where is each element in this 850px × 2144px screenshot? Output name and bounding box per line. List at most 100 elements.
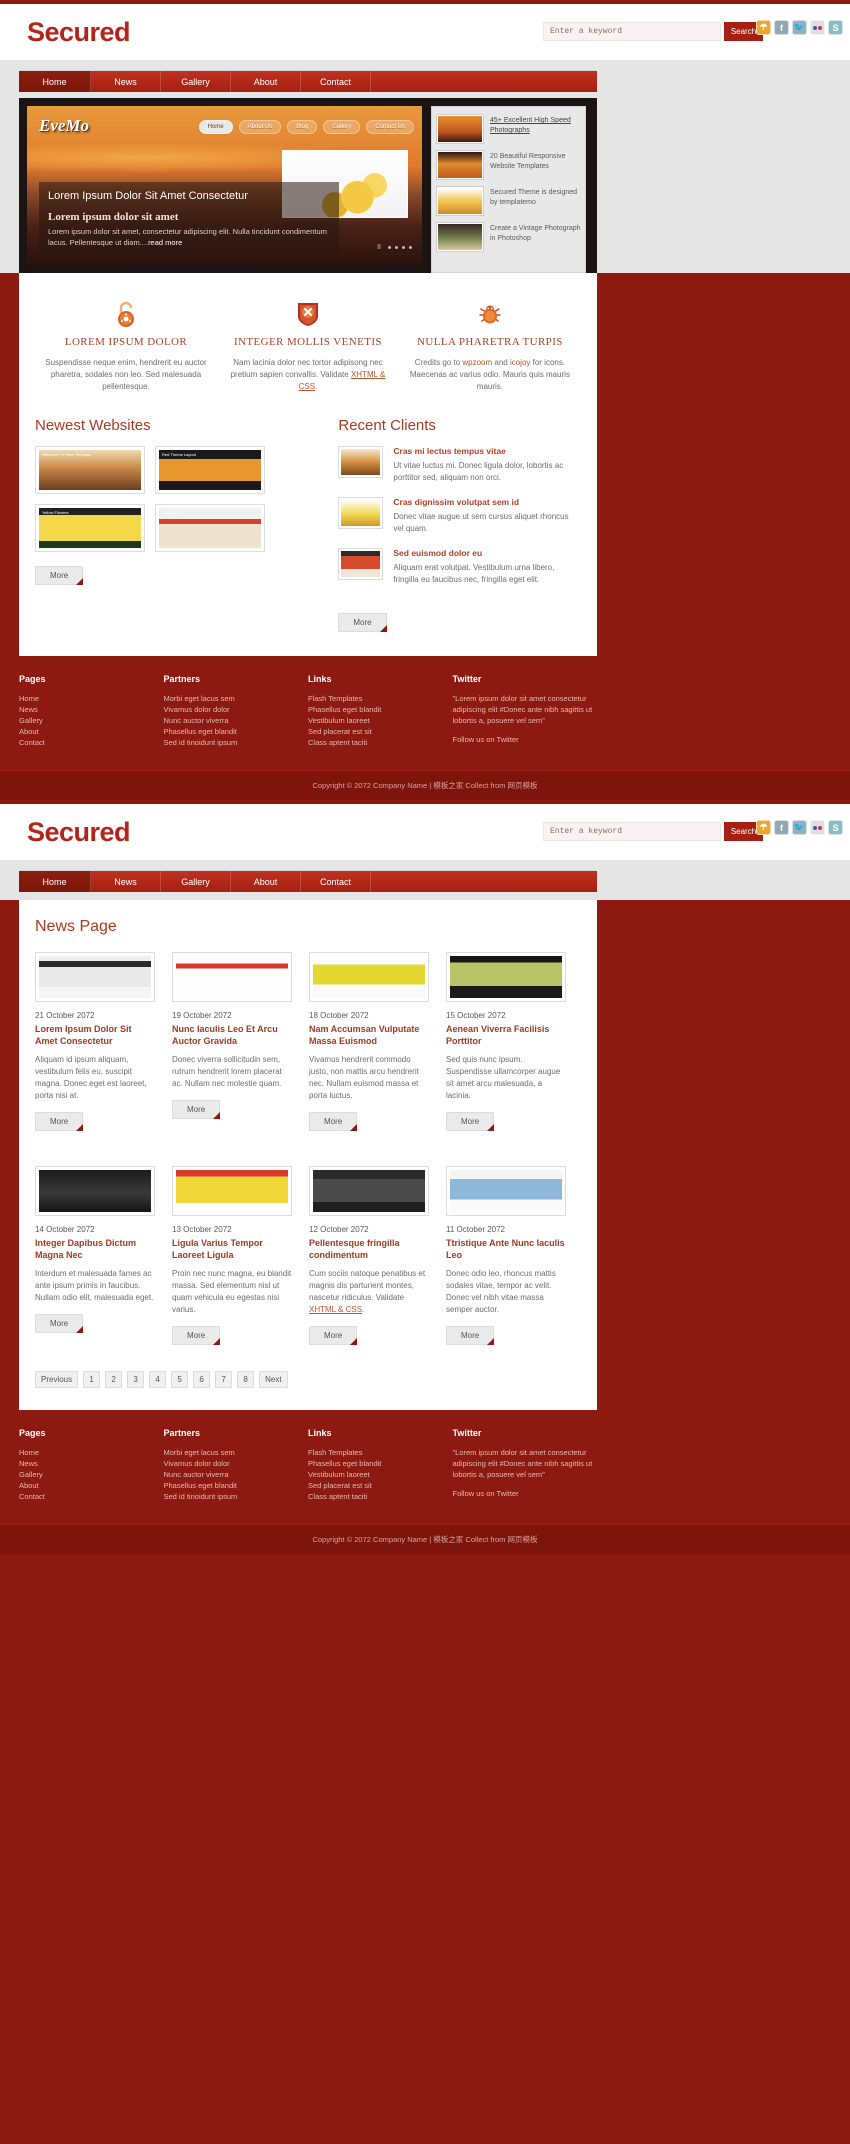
nav-item-news[interactable]: News (91, 71, 161, 92)
footer-link-about[interactable]: About (19, 726, 164, 737)
recent-clients-more-button[interactable]: More (338, 613, 387, 632)
pagination-page-7[interactable]: 7 (215, 1371, 233, 1388)
news-title[interactable]: Nunc Iaculis Leo Et Arcu Auctor Gravida (172, 1023, 292, 1047)
pagination-page-6[interactable]: 6 (193, 1371, 211, 1388)
slider-pause-button[interactable]: II (377, 244, 381, 251)
news-more-button[interactable]: More (309, 1326, 358, 1345)
footer-link-item[interactable]: Vestibulum laoreet (308, 715, 453, 726)
news-more-button[interactable]: More (446, 1112, 495, 1131)
footer-link-item[interactable]: Flash Templates (308, 1447, 453, 1458)
website-thumbnail[interactable]: Yellow Flowers (35, 504, 145, 552)
pagination-page-5[interactable]: 5 (171, 1371, 189, 1388)
news-title[interactable]: Pellentesque fringilla condimentum (309, 1237, 429, 1261)
news-more-button[interactable]: More (172, 1100, 221, 1119)
news-more-button[interactable]: More (446, 1326, 495, 1345)
slider-list-label[interactable]: Secured Theme is designed by templatemo (490, 186, 581, 216)
news-thumbnail[interactable] (35, 952, 155, 1002)
skype-icon[interactable]: S (828, 20, 843, 35)
nav-item-home[interactable]: Home (19, 871, 91, 892)
news-title[interactable]: Integer Dapibus Dictum Magna Nec (35, 1237, 155, 1261)
nav-item-home[interactable]: Home (19, 71, 91, 92)
footer-partner-item[interactable]: Phasellus eget blandit (164, 726, 309, 737)
website-thumbnail[interactable]: Welcome To Yeah Template (35, 446, 145, 494)
nav-item-about[interactable]: About (231, 71, 301, 92)
client-title[interactable]: Cras mi lectus tempus vitae (393, 446, 581, 456)
news-more-button[interactable]: More (309, 1112, 358, 1131)
slider-dot-3[interactable] (402, 246, 405, 249)
news-thumbnail[interactable] (446, 1166, 566, 1216)
search-input-2[interactable] (544, 823, 674, 840)
slider-mini-nav-contact[interactable]: Contact Us (366, 120, 414, 134)
newest-websites-more-button[interactable]: More (35, 566, 84, 585)
search-box[interactable] (543, 22, 721, 41)
slider-pager[interactable]: II (377, 244, 412, 251)
slider-mini-nav-blog[interactable]: Blog (287, 120, 318, 134)
news-thumbnail[interactable] (309, 1166, 429, 1216)
news-more-button[interactable]: More (172, 1326, 221, 1345)
news-title[interactable]: Lorem Ipsum Dolor Sit Amet Consectetur (35, 1023, 155, 1047)
nav-item-gallery[interactable]: Gallery (161, 871, 231, 892)
footer-link-item[interactable]: Class aptent taciti (308, 737, 453, 748)
feature-link-icojoy[interactable]: icojoy (510, 358, 530, 367)
footer-link-home[interactable]: Home (19, 1447, 164, 1458)
news-thumbnail[interactable] (446, 952, 566, 1002)
news-title[interactable]: Nam Accumsan Vulputate Massa Euismod (309, 1023, 429, 1047)
slider-mini-nav-gallery[interactable]: Gallery (323, 120, 361, 134)
slider-dot-4[interactable] (409, 246, 412, 249)
footer-partner-item[interactable]: Sed id tinoidunt ipsum (164, 1491, 309, 1502)
news-link-xhtml-css[interactable]: XHTML & CSS (309, 1305, 362, 1314)
search-input[interactable] (544, 23, 674, 40)
footer-partner-item[interactable]: Morbi eget lacus sem (164, 1447, 309, 1458)
nav-item-about[interactable]: About (231, 871, 301, 892)
footer-link-gallery[interactable]: Gallery (19, 715, 164, 726)
pagination-previous[interactable]: Previous (35, 1371, 79, 1388)
footer-link-item[interactable]: Phasellus eget blandit (308, 1458, 453, 1469)
news-thumbnail[interactable] (35, 1166, 155, 1216)
slider-read-more[interactable]: read more (148, 238, 182, 247)
footer-partner-item[interactable]: Vivamus dolor dolor (164, 704, 309, 715)
rss-icon[interactable]: ☂ (756, 20, 771, 35)
twitter-icon[interactable]: 🐦 (792, 20, 807, 35)
nav-item-gallery[interactable]: Gallery (161, 71, 231, 92)
skype-icon[interactable]: S (828, 820, 843, 835)
nav-item-contact[interactable]: Contact (301, 71, 371, 92)
news-thumbnail[interactable] (309, 952, 429, 1002)
footer-partner-item[interactable]: Morbi eget lacus sem (164, 693, 309, 704)
footer-partner-item[interactable]: Sed id tinoidunt ipsum (164, 737, 309, 748)
footer-partner-item[interactable]: Nunc auctor viverra (164, 715, 309, 726)
nav-item-contact[interactable]: Contact (301, 871, 371, 892)
slider-list-item[interactable]: Secured Theme is designed by templatemo (436, 183, 581, 219)
footer-link-news[interactable]: News (19, 1458, 164, 1469)
slider-mini-nav-home[interactable]: Home (198, 120, 233, 134)
slider-dot-2[interactable] (395, 246, 398, 249)
footer-link-contact[interactable]: Contact (19, 1491, 164, 1502)
facebook-icon[interactable]: f (774, 20, 789, 35)
news-more-button[interactable]: More (35, 1314, 84, 1333)
search-box-2[interactable] (543, 822, 721, 841)
site-logo[interactable]: Secured (27, 17, 131, 48)
footer-link-contact[interactable]: Contact (19, 737, 164, 748)
slider-list-item[interactable]: 20 Beautiful Responsive Website Template… (436, 147, 581, 183)
footer-link-item[interactable]: Sed placerat est sit (308, 726, 453, 737)
twitter-icon[interactable]: 🐦 (792, 820, 807, 835)
client-title[interactable]: Sed euismod dolor eu (393, 548, 581, 558)
footer-link-item[interactable]: Class aptent taciti (308, 1491, 453, 1502)
news-title[interactable]: Ttristique Ante Nunc Iaculis Leo (446, 1237, 566, 1261)
footer-partner-item[interactable]: Phasellus eget blandit (164, 1480, 309, 1491)
website-thumbnail[interactable]: Red Theme Layout (155, 446, 265, 494)
news-thumbnail[interactable] (172, 1166, 292, 1216)
news-title[interactable]: Aenean Viverra Facilisis Porttitor (446, 1023, 566, 1047)
client-thumbnail[interactable] (338, 497, 384, 529)
feature-link-wpzoom[interactable]: wpzoom (462, 358, 492, 367)
slider-list-label[interactable]: 45+ Excellent High Speed Photographs (490, 114, 581, 144)
news-title[interactable]: Ligula Varius Tempor Laoreet Ligula (172, 1237, 292, 1261)
footer-twitter-follow[interactable]: Follow us on Twitter (453, 1488, 598, 1499)
slider-list-label[interactable]: 20 Beautiful Responsive Website Template… (490, 150, 581, 180)
pagination-page-4[interactable]: 4 (149, 1371, 167, 1388)
pagination-page-2[interactable]: 2 (105, 1371, 123, 1388)
slider-main-image[interactable]: EveMo Home About Us Blog Gallery Contact… (27, 106, 422, 265)
rss-icon[interactable]: ☂ (756, 820, 771, 835)
pagination-page-3[interactable]: 3 (127, 1371, 145, 1388)
footer-partner-item[interactable]: Vivamus dolor dolor (164, 1458, 309, 1469)
news-thumbnail[interactable] (172, 952, 292, 1002)
